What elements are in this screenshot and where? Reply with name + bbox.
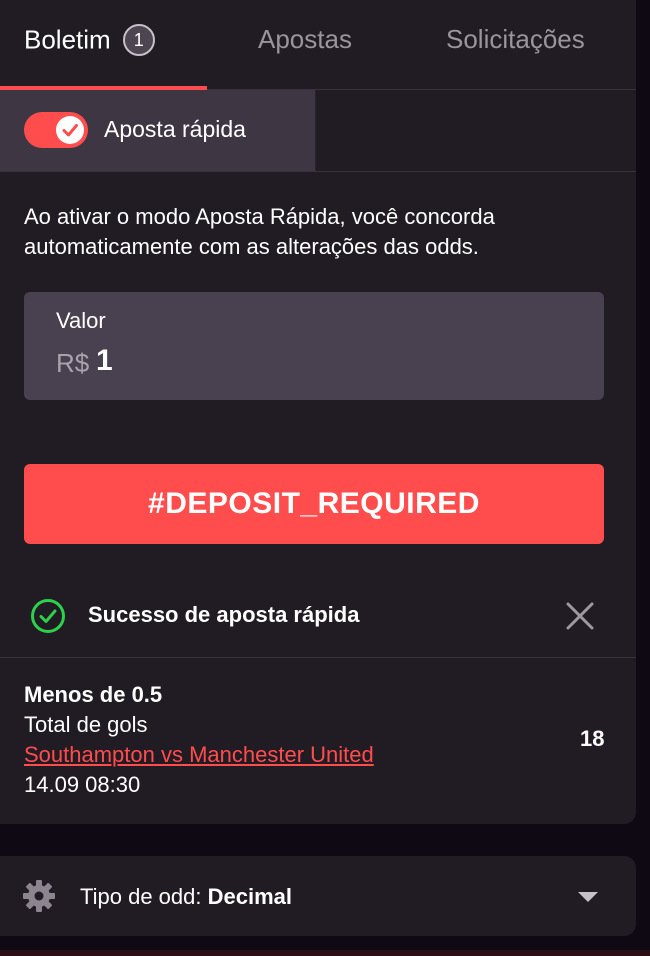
odd-type-label: Tipo de odd: [80,884,202,909]
success-notification: Sucesso de aposta rápida [0,580,636,658]
quick-bet-label: Aposta rápida [104,116,246,142]
odd-type-text: Tipo de odd: Decimal [80,884,292,910]
toggle-knob [56,116,84,144]
deposit-required-button[interactable]: #DEPOSIT_REQUIRED [24,464,604,544]
success-message: Sucesso de aposta rápida [88,602,360,627]
close-icon[interactable] [564,600,596,632]
check-circle-icon [31,599,65,633]
tab-solicitacoes[interactable]: Solicitações [446,24,585,55]
odd-type-value: Decimal [207,884,293,909]
bet-selection: Menos de 0.5 Total de gols Southampton v… [24,680,614,800]
tab-label: Boletim [24,24,111,55]
tab-bar: Boletim 1 Apostas Solicitações [0,0,636,90]
count-badge: 1 [122,24,155,56]
amount-label: Valor [56,308,106,333]
bet-match-link[interactable]: Southampton vs Manchester United [24,740,374,770]
quick-bet-toggle[interactable] [24,112,88,148]
tab-boletim[interactable]: Boletim 1 [24,24,155,56]
quick-bet-row: Aposta rápida [0,90,636,172]
tab-apostas[interactable]: Apostas [258,24,352,55]
bet-market: Menos de 0.5 [24,682,163,707]
gear-icon [23,880,55,912]
page-bottom-edge [0,950,650,956]
bet-type: Total de gols [24,712,148,737]
betslip-panel: Boletim 1 Apostas Solicitações Aposta ráp… [0,0,636,824]
quick-bet-toggle-area[interactable]: Aposta rápida [0,90,316,171]
odd-type-selector[interactable]: Tipo de odd: Decimal [0,856,636,936]
amount-field[interactable]: Valor R$ 1 [24,292,604,400]
amount-value[interactable]: 1 [96,344,113,378]
bet-date: 14.09 08:30 [24,772,141,797]
chevron-down-icon[interactable] [578,892,598,902]
quick-bet-info-text: Ao ativar o modo Aposta Rápida, você con… [24,204,495,259]
currency-prefix: R$ [56,348,90,378]
bet-odd-value: 18 [580,726,605,751]
checkmark-icon [62,124,78,137]
